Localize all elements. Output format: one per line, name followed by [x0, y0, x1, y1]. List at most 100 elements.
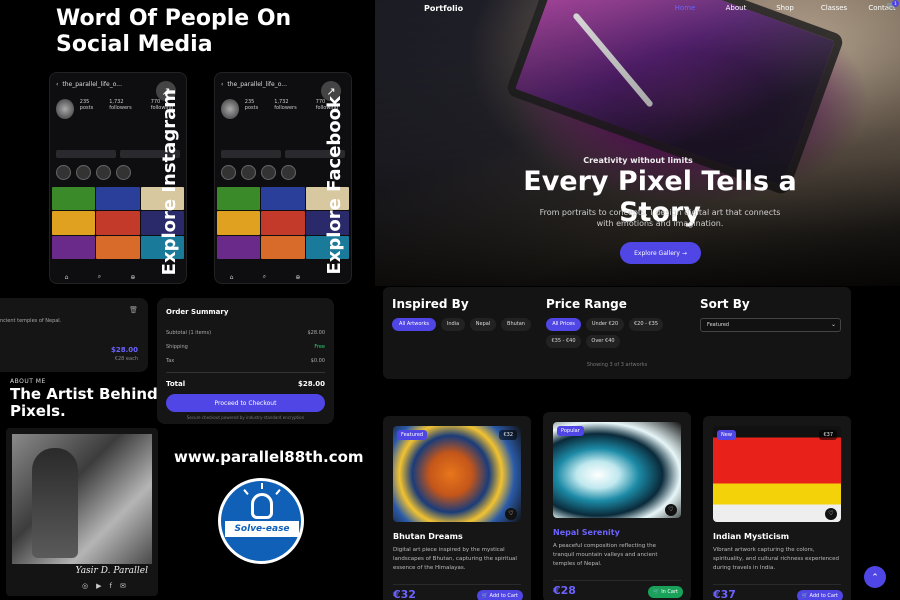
product-description: Digital art piece inspired by the mystic…: [393, 547, 517, 571]
sort-select[interactable]: Featured ⌄: [700, 318, 841, 332]
product-price: €32: [393, 588, 416, 600]
product-card-bhutan[interactable]: Featured €32 ♡ Bhutan Dreams Digital art…: [383, 416, 531, 600]
filters-panel: Inspired By All Artworks India Nepal Bhu…: [383, 287, 851, 379]
mail-icon[interactable]: ✉: [120, 582, 126, 590]
product-title: Nepal Serenity: [553, 528, 620, 537]
order-summary-title: Order Summary: [166, 308, 229, 316]
phone-bottom-nav: ⌂ ⌕ ⊕: [50, 271, 150, 283]
product-card-india[interactable]: New €37 ♡ Indian Mysticism Vibrant artwo…: [703, 416, 851, 600]
subtotal-label: Subtotal (1 items): [166, 330, 212, 336]
artist-signature: Yasir D. Parallel: [75, 566, 148, 576]
cart-item-price: $28.00: [110, 346, 138, 354]
price-tag: €32: [499, 430, 517, 440]
product-price: €37: [713, 588, 736, 600]
social-icons: ◎ ▶ f ✉: [82, 582, 126, 590]
search-icon: ⌕: [262, 273, 267, 280]
chevron-down-icon: ⌄: [830, 321, 836, 328]
new-badge: New: [717, 430, 736, 440]
avatar: [56, 99, 74, 119]
chip-nepal[interactable]: Nepal: [470, 318, 496, 331]
hero-description-line2: with emotions and imagination.: [596, 219, 724, 228]
in-cart-label: In Cart: [661, 589, 678, 595]
shipping-label: Shipping: [166, 344, 188, 350]
subtotal-value: $28.00: [307, 330, 326, 336]
solve-ease-logo: Solve-ease: [218, 478, 304, 564]
cart-count-badge: 1: [892, 0, 899, 7]
add-to-cart-button[interactable]: 🛒 Add to Cart: [796, 590, 843, 600]
chip-35-40[interactable]: €35 - €40: [546, 335, 581, 348]
arrow-up-icon: ⌃: [871, 571, 879, 582]
in-cart-button[interactable]: 🛒 In Cart: [648, 586, 683, 598]
lightbulb-icon: [251, 493, 273, 519]
sort-by-title: Sort By: [700, 297, 750, 311]
home-icon: ⌂: [64, 273, 69, 281]
cart-item-card: ncient temples of Nepal. 🗑 $28.00 €28 ea…: [0, 298, 148, 372]
screenshot-stage: Word Of People On Social Media ‹ the_para…: [0, 0, 900, 600]
artist-photo-card: Yasir D. Parallel ◎ ▶ f ✉: [6, 428, 158, 596]
product-description: A peaceful composition reflecting the tr…: [553, 543, 658, 567]
search-icon: ⌕: [97, 273, 102, 280]
nav-link-classes[interactable]: Classes: [810, 4, 858, 12]
nav-link-home[interactable]: Home: [672, 4, 698, 12]
sort-value: Featured: [707, 322, 730, 328]
cart-icon[interactable]: 🛒 1: [886, 0, 899, 12]
cart-icon: 🛒: [481, 593, 490, 599]
cart-item-unit-price: €28 each: [114, 356, 138, 362]
tax-label: Tax: [166, 358, 175, 364]
scroll-to-top-button[interactable]: ⌃: [864, 566, 886, 588]
product-title: Bhutan Dreams: [393, 532, 463, 541]
profile-handle: the_parallel_life_o...: [62, 80, 122, 88]
add-to-cart-button[interactable]: 🛒 Add to Cart: [476, 590, 523, 600]
shipping-row: Shipping Free: [166, 340, 325, 354]
instagram-phone-mockup[interactable]: ‹ the_parallel_life_o... 235 posts 1,732 …: [49, 72, 187, 284]
artwork-image: [393, 426, 521, 522]
explore-facebook-label: Explore Facebook: [324, 96, 345, 275]
avatar: [221, 99, 239, 119]
chip-over-40[interactable]: Over €40: [586, 335, 620, 348]
instagram-icon[interactable]: ◎: [82, 582, 88, 590]
add-to-cart-label: Add to Cart: [489, 593, 518, 599]
chip-bhutan[interactable]: Bhutan: [501, 318, 531, 331]
phone-bottom-nav: ⌂ ⌕ ⊕: [215, 271, 315, 283]
chip-all-artworks[interactable]: All Artworks: [392, 318, 436, 331]
social-title: Word Of People On Social Media: [56, 6, 356, 58]
results-count: Showing 3 of 3 artworks: [586, 362, 648, 368]
nav-link-shop[interactable]: Shop: [766, 4, 804, 12]
total-label: Total: [166, 379, 186, 388]
website-url: www.parallel88th.com: [174, 448, 364, 466]
cart-item-description: ncient temples of Nepal.: [0, 318, 62, 324]
chip-all-prices[interactable]: All Prices: [546, 318, 581, 331]
nav-brand[interactable]: Portfolio: [424, 4, 463, 13]
about-title-line2: Pixels.: [10, 402, 66, 420]
product-price: €28: [553, 584, 576, 597]
chip-20-35[interactable]: €20 - €35: [629, 318, 663, 331]
explore-gallery-button[interactable]: Explore Gallery →: [620, 242, 701, 264]
product-title: Indian Mysticism: [713, 532, 790, 541]
facebook-phone-mockup[interactable]: ‹ the_parallel_life_o... 235 posts 1,732 …: [214, 72, 352, 284]
about-title-line1: The Artist Behind T: [10, 386, 160, 403]
back-icon: ‹: [56, 80, 59, 88]
cart-icon: 🛒: [653, 589, 662, 595]
facebook-icon[interactable]: f: [110, 582, 112, 590]
price-range-title: Price Range: [546, 297, 627, 311]
heart-icon[interactable]: ♡: [505, 508, 517, 520]
followers-count: 1,732 followers: [109, 99, 132, 111]
hero-description: From portraits to concepts, I design dig…: [500, 207, 820, 229]
product-card-nepal[interactable]: Popular ♡ Nepal Serenity A peaceful comp…: [543, 412, 691, 600]
heart-icon[interactable]: ♡: [665, 504, 677, 516]
artist-figure: [32, 448, 78, 558]
artwork-image: [553, 422, 681, 518]
followers-count: 1,732 followers: [274, 99, 297, 111]
proceed-to-checkout-button[interactable]: Proceed to Checkout: [166, 394, 325, 412]
trash-icon[interactable]: 🗑: [129, 306, 138, 314]
chip-india[interactable]: India: [441, 318, 465, 331]
chip-under-20[interactable]: Under €20: [586, 318, 624, 331]
logo-text: Solve-ease: [225, 521, 299, 537]
social-title-line2: Social Media: [56, 32, 213, 57]
social-title-line1: Word Of People On: [56, 6, 292, 31]
nav-link-about[interactable]: About: [712, 4, 760, 12]
youtube-icon[interactable]: ▶: [96, 582, 101, 590]
secure-checkout-note: Secure checkout powered by industry-stan…: [186, 415, 305, 420]
heart-icon[interactable]: ♡: [825, 508, 837, 520]
main-nav: Home About Shop Classes Contact: [672, 4, 900, 12]
